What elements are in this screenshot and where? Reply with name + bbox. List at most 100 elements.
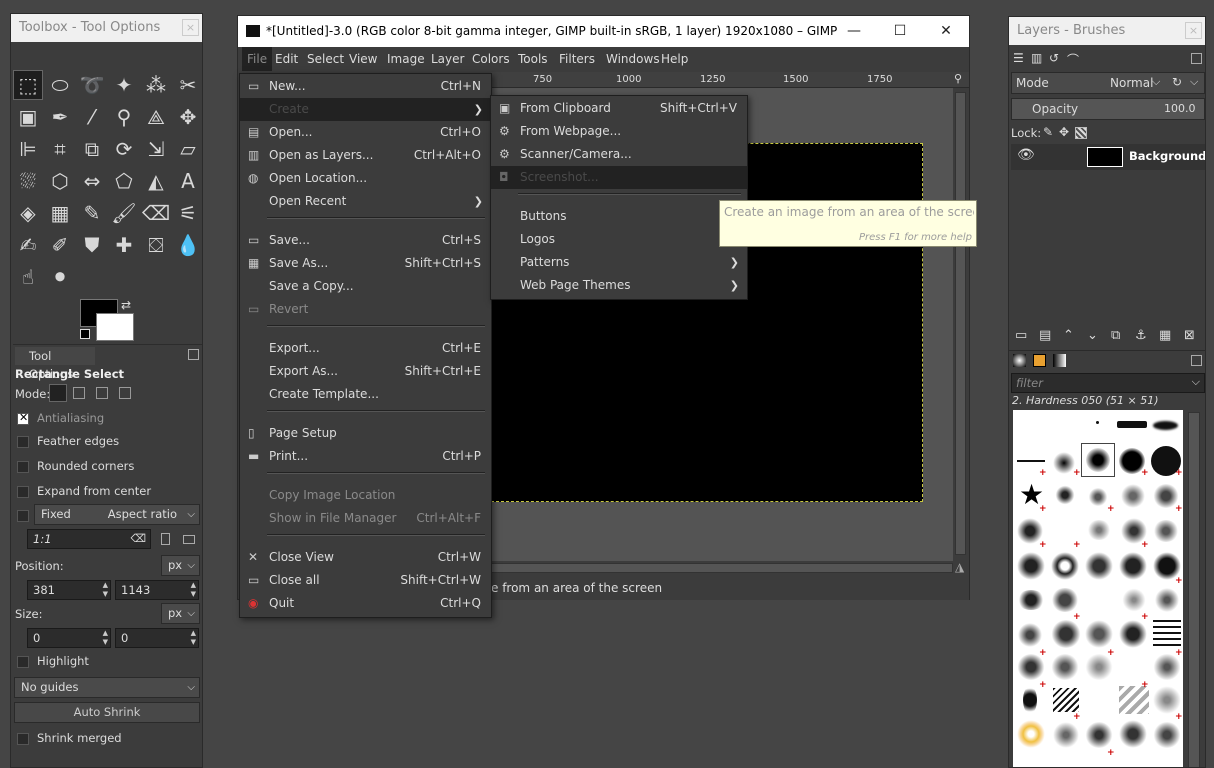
menu-item-create[interactable]: Create ❯ bbox=[240, 98, 491, 121]
rounded-corners-checkbox[interactable] bbox=[17, 460, 29, 473]
brush-filter-input[interactable]: filter ⌵ bbox=[1011, 373, 1205, 393]
guides-dropdown[interactable]: No guides ⌵ bbox=[14, 677, 200, 698]
dock-titlebar[interactable]: Layers - Brushes × bbox=[1009, 17, 1205, 45]
mode-intersect-icon[interactable] bbox=[119, 387, 131, 399]
menu-item-export-as[interactable]: Export As... Shift+Ctrl+E bbox=[240, 360, 491, 383]
menu-item-from-webpage[interactable]: ⚙ From Webpage... bbox=[491, 120, 747, 143]
vertical-scrollbar[interactable] bbox=[953, 88, 969, 562]
tab-layers-icon[interactable]: ☰ bbox=[1013, 51, 1024, 65]
eye-icon[interactable]: 👁 bbox=[1017, 147, 1035, 163]
brush-thumb[interactable] bbox=[1087, 488, 1109, 506]
tab-brushes-icon[interactable] bbox=[1013, 354, 1026, 367]
new-layer-group-icon[interactable]: ▤ bbox=[1039, 328, 1051, 343]
fuzzy-select-tool-icon[interactable]: ✦ bbox=[109, 70, 139, 100]
brush-thumb[interactable] bbox=[1153, 421, 1178, 430]
warp-transform-tool-icon[interactable]: ⛆ bbox=[13, 166, 43, 196]
mode-replace-icon[interactable] bbox=[49, 384, 67, 402]
brush-thumb[interactable] bbox=[1017, 720, 1045, 748]
paintbrush-tool-icon[interactable]: 🖌 bbox=[109, 198, 139, 228]
expand-from-center-option[interactable]: Expand from center bbox=[17, 484, 151, 498]
menu-filters[interactable]: Filters bbox=[554, 47, 600, 71]
fixed-mode-dropdown[interactable]: Fixed Aspect ratio ⌵ bbox=[34, 504, 200, 525]
new-layer-icon[interactable]: ▭ bbox=[1015, 328, 1027, 343]
brush-thumb[interactable] bbox=[1121, 484, 1145, 508]
spin-arrows-icon[interactable]: ▲ ▼ bbox=[103, 629, 108, 647]
position-unit-dropdown[interactable]: px ⌵ bbox=[161, 555, 200, 576]
menu-item-revert[interactable]: ▭ Revert bbox=[240, 298, 491, 321]
shrink-merged-checkbox[interactable] bbox=[17, 732, 29, 745]
smudge-tool-icon[interactable]: ☝ bbox=[13, 262, 43, 292]
scrollbar-thumb[interactable] bbox=[491, 563, 953, 573]
menu-file[interactable]: File bbox=[242, 47, 273, 71]
mask-icon[interactable]: ▦ bbox=[1159, 328, 1171, 343]
brush-thumb[interactable] bbox=[1085, 722, 1113, 748]
scrollbar-thumb[interactable] bbox=[1188, 412, 1200, 767]
tab-paths-icon[interactable]: ↺ bbox=[1049, 51, 1059, 65]
maximize-button[interactable]: ☐ bbox=[877, 16, 923, 47]
gradient-tool-icon[interactable]: ▦ bbox=[45, 198, 75, 228]
brush-thumb[interactable] bbox=[1119, 686, 1149, 714]
unified-transform-tool-icon[interactable]: ⧉ bbox=[77, 134, 107, 164]
brush-thumb[interactable] bbox=[1085, 620, 1113, 648]
pencil-tool-icon[interactable]: ✎ bbox=[77, 198, 107, 228]
composite-mode-icon[interactable]: ↻ bbox=[1172, 75, 1182, 89]
brush-grid[interactable]: ★ + + + + + + + + + + + + + + + + + + + … bbox=[1013, 410, 1183, 767]
menu-item-open[interactable]: ▤ Open... Ctrl+O bbox=[240, 121, 491, 144]
menu-item-create-template[interactable]: Create Template... bbox=[240, 383, 491, 406]
ellipse-select-tool-icon[interactable]: ⬭ bbox=[45, 70, 75, 100]
menu-item-screenshot[interactable]: ◘ Screenshot... bbox=[491, 166, 747, 189]
horizontal-scrollbar[interactable] bbox=[491, 561, 953, 575]
menu-colors[interactable]: Colors bbox=[467, 47, 515, 71]
toolbox-titlebar[interactable]: Toolbox - Tool Options × bbox=[11, 14, 202, 42]
rotate-tool-icon[interactable]: ⟳ bbox=[109, 134, 139, 164]
brush-thumb[interactable] bbox=[1086, 448, 1110, 472]
tab-menu-icon[interactable] bbox=[1191, 53, 1202, 64]
blur-sharpen-tool-icon[interactable]: 💧 bbox=[173, 230, 202, 260]
anchor-layer-icon[interactable]: ⚓ bbox=[1135, 328, 1147, 343]
menu-item-save[interactable]: ▭ Save... Ctrl+S bbox=[240, 229, 491, 252]
brush-thumb[interactable] bbox=[1153, 520, 1179, 542]
default-colors-icon[interactable] bbox=[80, 329, 90, 339]
delete-layer-icon[interactable]: ⊠ bbox=[1184, 328, 1195, 343]
dock-close-button[interactable]: × bbox=[1185, 22, 1202, 39]
menu-item-save-as[interactable]: ▦ Save As... Shift+Ctrl+S bbox=[240, 252, 491, 275]
brush-thumb[interactable] bbox=[1051, 654, 1079, 680]
clone-tool-icon[interactable]: ⛊ bbox=[77, 230, 107, 260]
zoom-tool-icon[interactable]: ⚲ bbox=[109, 102, 139, 132]
window-titlebar[interactable]: *[Untitled]-3.0 (RGB color 8-bit gamma i… bbox=[238, 16, 969, 47]
eraser-tool-icon[interactable]: ⌫ bbox=[141, 198, 171, 228]
menu-layer[interactable]: Layer bbox=[426, 47, 469, 71]
mode-add-icon[interactable] bbox=[73, 387, 85, 399]
menu-select[interactable]: Select bbox=[302, 47, 349, 71]
highlight-checkbox[interactable] bbox=[17, 655, 29, 668]
color-picker-tool-icon[interactable]: ⁄ bbox=[77, 102, 107, 132]
menu-tools[interactable]: Tools bbox=[513, 47, 553, 71]
brush-thumb[interactable] bbox=[1053, 452, 1075, 474]
dodge-burn-tool-icon[interactable]: ⚫ bbox=[45, 262, 75, 292]
menu-item-open-location[interactable]: ◍ Open Location... bbox=[240, 167, 491, 190]
mypaint-brush-tool-icon[interactable]: ✐ bbox=[45, 230, 75, 260]
brush-thumb[interactable] bbox=[1023, 686, 1037, 714]
menu-item-web-page-themes[interactable]: Web Page Themes ❯ bbox=[491, 274, 747, 297]
menu-item-export[interactable]: Export... Ctrl+E bbox=[240, 337, 491, 360]
antialiasing-option[interactable]: Antialiasing bbox=[17, 411, 104, 425]
menu-item-patterns[interactable]: Patterns ❯ bbox=[491, 251, 747, 274]
lock-position-icon[interactable]: ✥ bbox=[1059, 125, 1069, 139]
swap-colors-icon[interactable]: ⇄ bbox=[121, 298, 131, 312]
flip-tool-icon[interactable]: ⇔ bbox=[77, 166, 107, 196]
opacity-slider[interactable]: Opacity 100.0 bbox=[1011, 98, 1205, 120]
duplicate-layer-icon[interactable]: ⧉ bbox=[1111, 328, 1120, 343]
scrollbar-thumb[interactable] bbox=[955, 92, 966, 555]
position-x-input[interactable]: 381 ▲ ▼ bbox=[27, 580, 111, 600]
brush-thumb[interactable] bbox=[1117, 421, 1147, 428]
brush-thumb[interactable] bbox=[1085, 552, 1113, 580]
brush-thumb[interactable] bbox=[1153, 620, 1181, 646]
rounded-corners-option[interactable]: Rounded corners bbox=[17, 459, 134, 473]
rect-select-tool-icon[interactable]: ⬚ bbox=[13, 70, 43, 100]
seamless-clone-tool-icon[interactable]: ◭ bbox=[141, 166, 171, 196]
zoom-icon[interactable]: ⚲ bbox=[954, 72, 962, 85]
airbrush-tool-icon[interactable]: ⚟ bbox=[173, 198, 202, 228]
menu-item-logos[interactable]: Logos bbox=[491, 228, 747, 251]
spin-arrows-icon[interactable]: ▲ ▼ bbox=[191, 581, 196, 599]
navigate-icon[interactable]: ◮ bbox=[955, 560, 964, 574]
